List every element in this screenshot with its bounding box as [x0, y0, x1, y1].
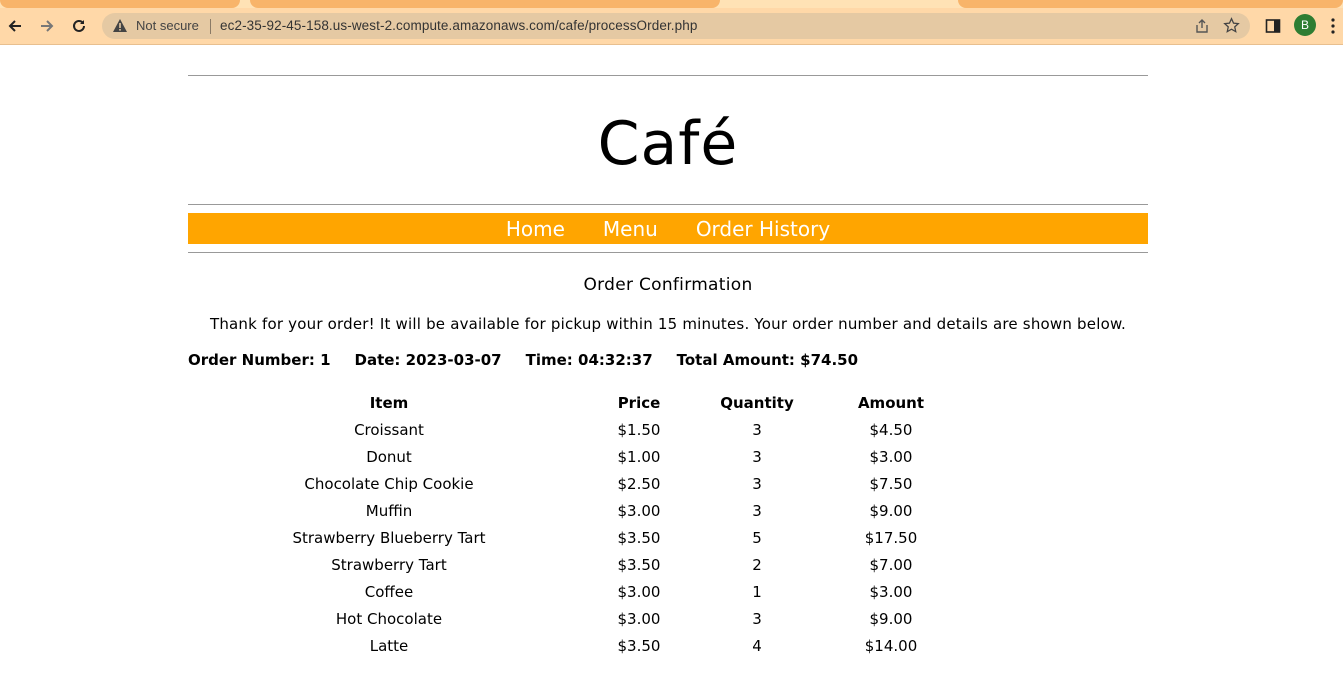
back-button[interactable] [4, 15, 26, 37]
item-price: $3.50 [617, 555, 661, 574]
security-label[interactable]: Not secure [136, 18, 199, 33]
item-amount: $3.00 [869, 582, 913, 601]
item-amount: $3.00 [869, 447, 913, 466]
page-content: Café Home Menu Order History Order Confi… [188, 45, 1148, 659]
item-price: $3.00 [617, 609, 661, 628]
site-nav: Home Menu Order History [188, 213, 1148, 244]
table-row: Strawberry Blueberry Tart $3.50 5 $17.50 [188, 524, 956, 551]
item-amount: $14.00 [864, 636, 918, 655]
item-price: $1.50 [617, 420, 661, 439]
browser-toolbar: Not secure ec2-35-92-45-158.us-west-2.co… [0, 8, 1343, 45]
divider [188, 252, 1148, 253]
item-name: Muffin [365, 501, 413, 520]
share-icon[interactable] [1194, 18, 1210, 38]
tab-inactive[interactable] [0, 0, 240, 8]
item-name: Chocolate Chip Cookie [304, 474, 474, 493]
arrow-right-icon [41, 20, 54, 32]
table-row: Coffee $3.00 1 $3.00 [188, 578, 956, 605]
column-header-amount: Amount [857, 393, 925, 412]
address-bar[interactable]: Not secure ec2-35-92-45-158.us-west-2.co… [102, 13, 1250, 39]
item-quantity: 3 [752, 474, 762, 493]
url-text[interactable]: ec2-35-92-45-158.us-west-2.compute.amazo… [220, 18, 697, 33]
tab-inactive[interactable] [250, 0, 720, 8]
table-row: Chocolate Chip Cookie $2.50 3 $7.50 [188, 470, 956, 497]
item-amount: $4.50 [869, 420, 913, 439]
item-amount: $17.50 [864, 528, 918, 547]
item-price: $3.00 [617, 501, 661, 520]
item-quantity: 4 [752, 636, 762, 655]
tab-inactive[interactable] [958, 0, 1343, 8]
item-quantity: 3 [752, 420, 762, 439]
reload-icon [73, 19, 85, 32]
item-amount: $9.00 [869, 501, 913, 520]
item-amount: $7.50 [869, 474, 913, 493]
item-quantity: 3 [752, 609, 762, 628]
warning-icon[interactable] [112, 18, 128, 37]
order-number: Order Number: 1 [188, 351, 331, 369]
order-items-table: Item Price Quantity Amount Croissant $1.… [188, 389, 956, 659]
arrow-left-icon [8, 20, 21, 32]
column-header-quantity: Quantity [720, 393, 794, 412]
nav-order-history-link[interactable]: Order History [696, 217, 830, 241]
site-title: Café [597, 109, 739, 179]
confirmation-message: Thank for your order! It will be availab… [209, 315, 1127, 333]
item-name: Croissant [354, 420, 424, 439]
nav-menu-link[interactable]: Menu [603, 217, 658, 241]
item-name: Donut [366, 447, 412, 466]
item-name: Strawberry Tart [331, 555, 447, 574]
table-row: Muffin $3.00 3 $9.00 [188, 497, 956, 524]
item-price: $3.00 [617, 582, 661, 601]
item-quantity: 5 [752, 528, 762, 547]
order-time: Time: 04:32:37 [525, 351, 653, 369]
order-summary: Order Number: 1 Date: 2023-03-07 Time: 0… [188, 351, 1148, 369]
order-total: Total Amount: $74.50 [676, 351, 859, 369]
item-amount: $9.00 [869, 609, 913, 628]
page-heading: Order Confirmation [583, 275, 753, 295]
table-row: Donut $1.00 3 $3.00 [188, 443, 956, 470]
item-price: $3.50 [617, 636, 661, 655]
table-row: Latte $3.50 4 $14.00 [188, 632, 956, 659]
reload-button[interactable] [68, 15, 90, 37]
item-quantity: 3 [752, 501, 762, 520]
nav-home-link[interactable]: Home [506, 217, 565, 241]
item-name: Coffee [364, 582, 414, 601]
item-price: $2.50 [617, 474, 661, 493]
item-price: $3.50 [617, 528, 661, 547]
item-quantity: 3 [752, 447, 762, 466]
table-header-row: Item Price Quantity Amount [188, 389, 956, 416]
item-quantity: 2 [752, 555, 762, 574]
order-date: Date: 2023-03-07 [354, 351, 502, 369]
item-price: $1.00 [617, 447, 661, 466]
profile-avatar[interactable]: B [1294, 14, 1316, 36]
column-header-item: Item [369, 393, 409, 412]
tab-strip [0, 0, 1343, 8]
bookmark-star-icon[interactable] [1223, 17, 1240, 38]
item-name: Hot Chocolate [335, 609, 443, 628]
divider [210, 19, 211, 34]
divider [188, 204, 1148, 205]
table-row: Strawberry Tart $3.50 2 $7.00 [188, 551, 956, 578]
item-quantity: 1 [752, 582, 762, 601]
column-header-price: Price [617, 393, 661, 412]
table-row: Croissant $1.50 3 $4.50 [188, 416, 956, 443]
item-amount: $7.00 [869, 555, 913, 574]
table-row: Hot Chocolate $3.00 3 $9.00 [188, 605, 956, 632]
item-name: Latte [369, 636, 409, 655]
divider [188, 75, 1148, 76]
side-panel-icon[interactable] [1263, 16, 1283, 36]
item-name: Strawberry Blueberry Tart [292, 528, 486, 547]
more-menu-icon[interactable] [1326, 16, 1340, 36]
forward-button[interactable] [36, 15, 58, 37]
